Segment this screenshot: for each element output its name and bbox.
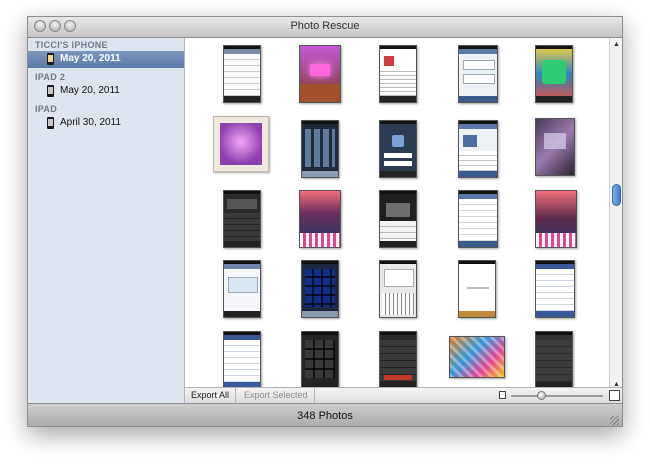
zoom-slider[interactable] <box>511 395 603 397</box>
sidebar-item-label: May 20, 2011 <box>60 85 120 96</box>
window-title: Photo Rescue <box>290 20 360 32</box>
sidebar-group-title: TICCI'S IPHONE <box>35 40 108 50</box>
scroll-up-icon[interactable]: ▲ <box>612 40 621 49</box>
photo-thumbnail[interactable] <box>301 260 339 318</box>
sidebar-item-ipad2-may-20[interactable]: May 20, 2011 <box>28 83 184 100</box>
photo-thumbnail[interactable] <box>223 260 261 318</box>
sidebar-item-ticcis-iphone-may-20[interactable]: May 20, 2011 <box>28 51 184 68</box>
photo-thumbnail[interactable] <box>535 190 577 248</box>
photo-thumbnail[interactable] <box>213 116 269 172</box>
vertical-scrollbar[interactable]: ▲ ▲ ▼ <box>609 38 622 403</box>
export-all-button[interactable]: Export All <box>185 388 237 403</box>
photo-thumbnail[interactable] <box>535 118 575 176</box>
photo-thumbnail[interactable] <box>458 45 498 103</box>
sidebar-item-label: April 30, 2011 <box>60 117 121 128</box>
photo-thumbnail[interactable] <box>223 190 261 248</box>
photo-thumbnail[interactable] <box>458 120 498 178</box>
sidebar-item-label: May 20, 2011 <box>60 53 121 64</box>
large-photo-icon <box>609 390 620 401</box>
photo-thumbnail[interactable] <box>458 190 498 248</box>
photo-thumbnail[interactable] <box>379 120 417 178</box>
title-bar: Photo Rescue <box>28 17 622 38</box>
photo-thumbnail[interactable] <box>379 190 417 248</box>
photo-thumbnail[interactable] <box>223 331 261 389</box>
status-bar: 348 Photos <box>28 403 622 426</box>
scroll-knob[interactable] <box>612 184 621 206</box>
photo-thumbnail[interactable] <box>379 331 417 389</box>
zoom-slider-knob[interactable] <box>537 391 546 400</box>
photo-thumbnail[interactable] <box>535 331 573 389</box>
small-photo-icon <box>499 391 506 399</box>
photo-thumbnail[interactable] <box>379 45 417 103</box>
photo-thumbnail[interactable] <box>535 260 575 318</box>
photo-thumbnail[interactable] <box>458 260 496 318</box>
photo-thumbnail[interactable] <box>223 45 261 103</box>
photo-thumbnail[interactable] <box>301 120 339 178</box>
photo-count: 348 Photos <box>297 410 353 422</box>
photo-thumbnail[interactable] <box>299 45 341 103</box>
photo-thumbnail[interactable] <box>379 260 417 318</box>
device-sidebar: TICCI'S IPHONE May 20, 2011 IPAD 2 May 2… <box>28 38 185 403</box>
photo-grid <box>185 38 609 403</box>
iphone-icon <box>47 117 54 129</box>
sidebar-item-ipad-april-30[interactable]: April 30, 2011 <box>28 115 184 132</box>
export-selected-button[interactable]: Export Selected <box>238 388 315 403</box>
app-window: Photo Rescue TICCI'S IPHONE May 20, 2011… <box>27 16 623 427</box>
photo-thumbnail[interactable] <box>299 190 341 248</box>
photo-thumbnail[interactable] <box>449 336 505 378</box>
sidebar-group-title: IPAD <box>35 104 58 114</box>
bottom-toolbar: Export All Export Selected <box>185 387 622 403</box>
sidebar-group-title: IPAD 2 <box>35 72 66 82</box>
photo-thumbnail[interactable] <box>535 45 573 103</box>
iphone-icon <box>47 53 54 65</box>
photo-thumbnail[interactable] <box>301 331 339 389</box>
iphone-icon <box>47 85 54 97</box>
resize-grip-icon[interactable] <box>610 416 619 425</box>
